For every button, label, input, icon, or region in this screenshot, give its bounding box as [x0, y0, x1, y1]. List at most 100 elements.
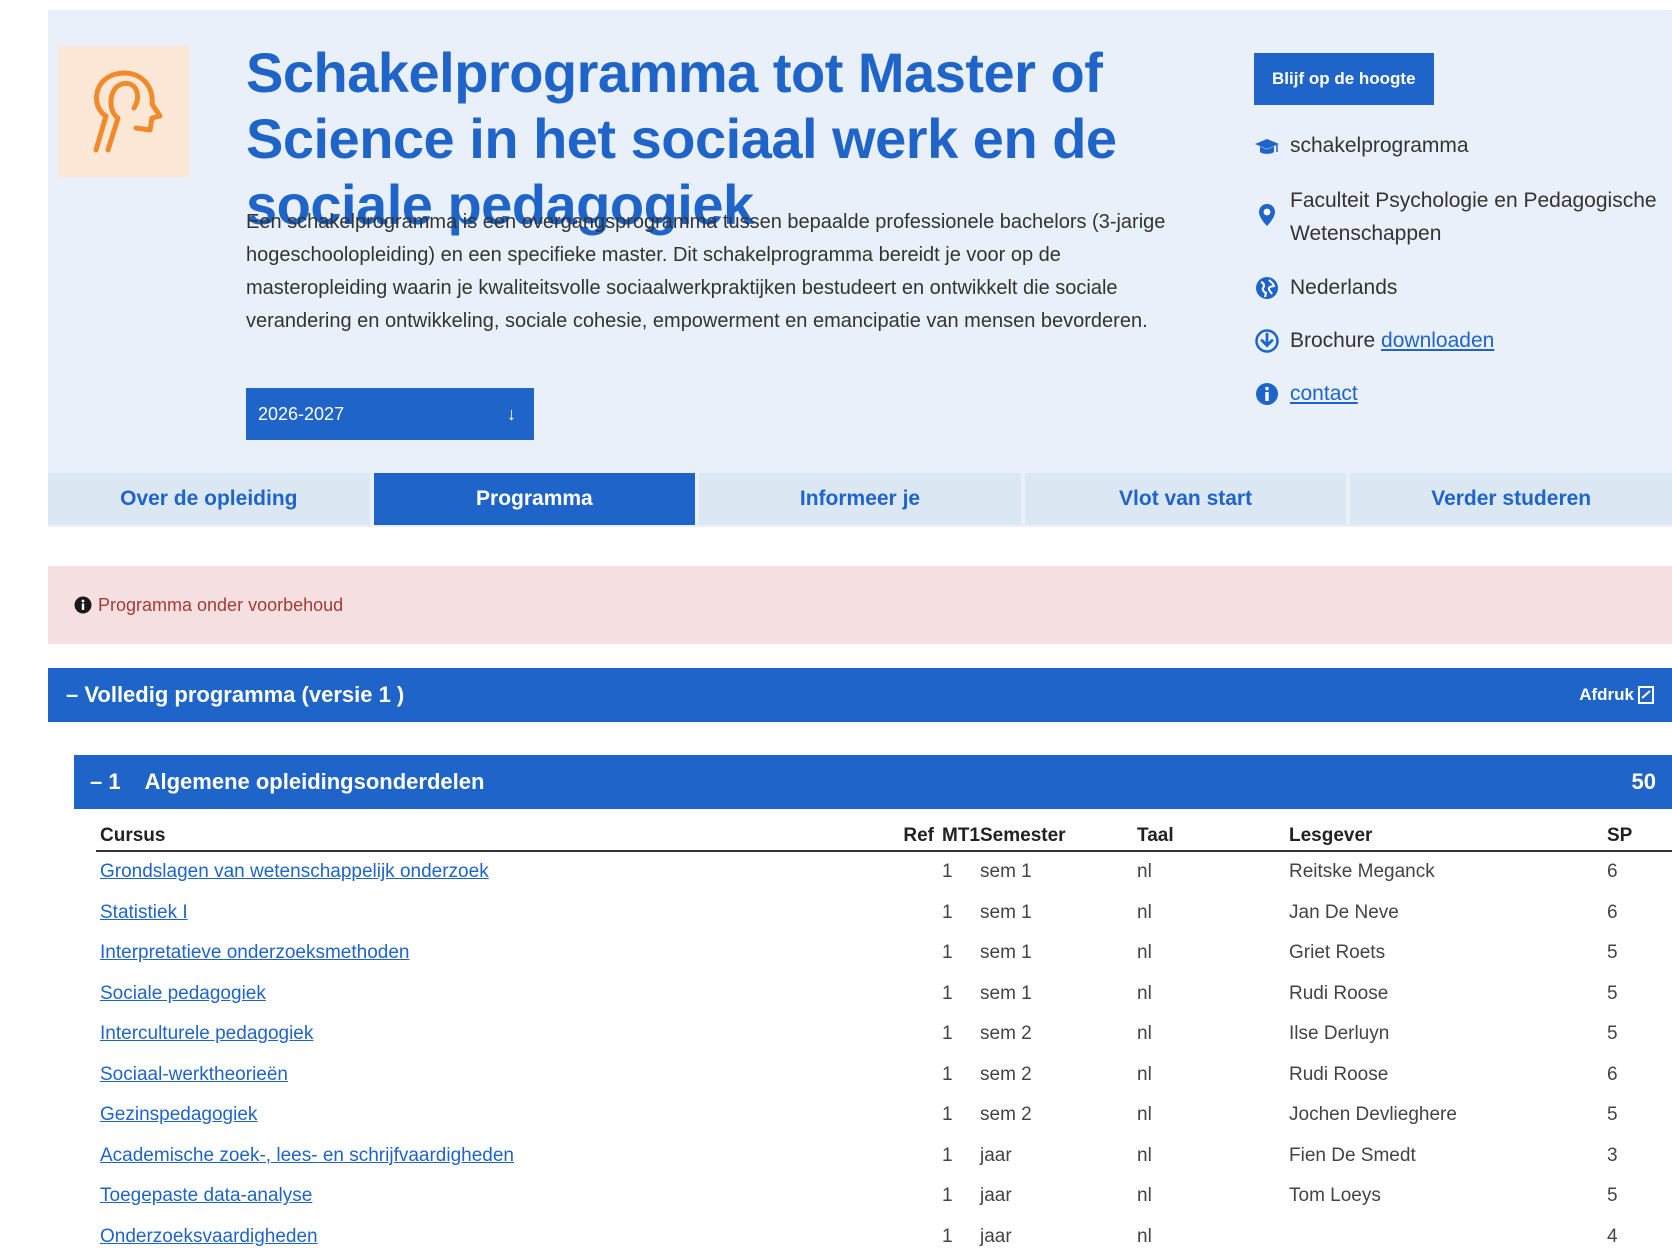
- course-sp: 5: [1603, 1095, 1672, 1136]
- program-type-item: schakelprogramma: [1254, 129, 1469, 162]
- course-teacher: Rudi Roose: [1285, 1055, 1603, 1096]
- course-language: nl: [1133, 1176, 1285, 1217]
- course-semester: jaar: [976, 1217, 1133, 1257]
- course-name-link[interactable]: Toegepaste data-analyse: [100, 1185, 312, 1206]
- section-sp-total: 50: [1632, 769, 1656, 795]
- tab-informeer-je[interactable]: Informeer je: [699, 473, 1021, 525]
- table-row: Gezinspedagogiek 1sem 2nlJochen Devlieghe…: [96, 1095, 1672, 1136]
- table-cell-ref: [886, 1095, 938, 1136]
- table-cell-cursus: Onderzoeksvaardigheden: [96, 1217, 886, 1257]
- faculty-logo: [58, 46, 189, 177]
- course-mt1: 1: [938, 893, 976, 934]
- tab-verder-studeren[interactable]: Verder studeren: [1350, 473, 1672, 525]
- col-header-lesgever: Lesgever: [1285, 822, 1603, 851]
- contact-link[interactable]: contact: [1290, 377, 1358, 410]
- course-sp: 3: [1603, 1136, 1672, 1177]
- section-header[interactable]: – 1 Algemene opleidingsonderdelen 50: [74, 755, 1672, 809]
- language-label: Nederlands: [1290, 271, 1397, 304]
- print-label: Afdruk: [1579, 685, 1634, 705]
- table-cell-cursus: Sociaal-werktheorieën: [96, 1055, 886, 1096]
- course-language: nl: [1133, 1217, 1285, 1257]
- course-name-link[interactable]: Interculturele pedagogiek: [100, 1023, 313, 1044]
- course-language: nl: [1133, 1095, 1285, 1136]
- course-sp: 6: [1603, 893, 1672, 934]
- section-title: Algemene opleidingsonderdelen: [145, 769, 485, 795]
- course-mt1: 1: [938, 1055, 976, 1096]
- table-cell-cursus: Grondslagen van wetenschappelijk onderzo…: [96, 851, 886, 893]
- faculty-label: Faculteit Psychologie en Pedagogische We…: [1290, 184, 1672, 250]
- course-semester: sem 1: [976, 974, 1133, 1015]
- course-name-link[interactable]: Grondslagen van wetenschappelijk onderzo…: [100, 861, 489, 882]
- contact-item: contact: [1254, 377, 1358, 410]
- table-cell-ref: [886, 893, 938, 934]
- course-name-link[interactable]: Statistiek I: [100, 902, 188, 923]
- course-mt1: 1: [938, 1136, 976, 1177]
- course-semester: sem 1: [976, 933, 1133, 974]
- academic-year-value: 2026-2027: [258, 404, 344, 425]
- table-cell-ref: [886, 933, 938, 974]
- col-header-taal: Taal: [1133, 822, 1285, 851]
- course-language: nl: [1133, 893, 1285, 934]
- course-name-link[interactable]: Gezinspedagogiek: [100, 1104, 257, 1125]
- table-row: Interculturele pedagogiek1sem 2nlIlse De…: [96, 1014, 1672, 1055]
- table-row: Grondslagen van wetenschappelijk onderzo…: [96, 851, 1672, 893]
- table-row: Statistiek I 1sem 1nlJan De Neve6: [96, 893, 1672, 934]
- course-teacher: Griet Roets: [1285, 933, 1603, 974]
- course-teacher: Jan De Neve: [1285, 893, 1603, 934]
- course-mt1: 1: [938, 1014, 976, 1055]
- table-row: Onderzoeksvaardigheden1jaarnl4: [96, 1217, 1672, 1257]
- course-language: nl: [1133, 974, 1285, 1015]
- course-sp: 5: [1603, 933, 1672, 974]
- intro-text: Een schakelprogramma is een overgangspro…: [246, 206, 1176, 338]
- course-sp: 6: [1603, 1055, 1672, 1096]
- course-language: nl: [1133, 1136, 1285, 1177]
- table-cell-cursus: Statistiek I: [96, 893, 886, 934]
- col-header-cursus: Cursus: [96, 822, 886, 851]
- academic-year-select[interactable]: 2026-2027 ↓: [246, 388, 534, 440]
- tab-vlot-van-start[interactable]: Vlot van start: [1025, 473, 1347, 525]
- course-name-link[interactable]: Interpretatieve onderzoeksmethoden: [100, 942, 409, 963]
- section-toggle[interactable]: – 1: [90, 769, 121, 795]
- course-name-link[interactable]: Academische zoek-, lees- en schrijfvaard…: [100, 1145, 514, 1166]
- table-row: Interpretatieve onderzoeksmethoden 1sem 1…: [96, 933, 1672, 974]
- course-semester: sem 1: [976, 893, 1133, 934]
- full-program-title: – Volledig programma (versie 1 ): [66, 682, 404, 708]
- course-name-link[interactable]: Onderzoeksvaardigheden: [100, 1226, 318, 1247]
- course-semester: sem 2: [976, 1095, 1133, 1136]
- brochure-item: Brochure downloaden: [1254, 324, 1494, 357]
- table-header-row: Cursus Ref MT1 Semester Taal Lesgever SP: [96, 822, 1672, 851]
- table-cell-ref: [886, 1014, 938, 1055]
- course-mt1: 1: [938, 1095, 976, 1136]
- course-sp: 5: [1603, 1014, 1672, 1055]
- course-teacher: Rudi Roose: [1285, 974, 1603, 1015]
- course-sp: 5: [1603, 1176, 1672, 1217]
- table-cell-cursus: Interpretatieve onderzoeksmethoden: [96, 933, 886, 974]
- tab-programma[interactable]: Programma: [374, 473, 696, 525]
- course-teacher: [1285, 1217, 1603, 1257]
- table-cell-cursus: Academische zoek-, lees- en schrijfvaard…: [96, 1136, 886, 1177]
- print-button[interactable]: Afdruk: [1579, 685, 1654, 705]
- faculty-item: Faculteit Psychologie en Pedagogische We…: [1254, 184, 1672, 250]
- course-sp: 5: [1603, 974, 1672, 1015]
- brochure-download-link[interactable]: downloaden: [1381, 324, 1494, 357]
- courses-body: Grondslagen van wetenschappelijk onderzo…: [96, 851, 1672, 1257]
- table-row: Academische zoek-, lees- en schrijfvaard…: [96, 1136, 1672, 1177]
- course-mt1: 1: [938, 933, 976, 974]
- stay-updated-button[interactable]: Blijf op de hoogte: [1254, 53, 1434, 105]
- course-teacher: Jochen Devlieghere: [1285, 1095, 1603, 1136]
- course-name-link[interactable]: Sociale pedagogiek: [100, 983, 266, 1004]
- course-teacher: Tom Loeys: [1285, 1176, 1603, 1217]
- info-circle-icon: [74, 596, 92, 614]
- table-cell-ref: [886, 851, 938, 893]
- map-pin-icon: [1254, 202, 1280, 228]
- full-program-header[interactable]: – Volledig programma (versie 1 ) Afdruk: [48, 668, 1672, 722]
- course-mt1: 1: [938, 1176, 976, 1217]
- tab-over-de-opleiding[interactable]: Over de opleiding: [48, 473, 370, 525]
- head-profile-icon: [78, 64, 168, 160]
- course-name-link[interactable]: Sociaal-werktheorieën: [100, 1064, 288, 1085]
- arrow-down-icon: ↓: [507, 404, 516, 425]
- table-row: Toegepaste data-analyse1jaarnlTom Loeys5: [96, 1176, 1672, 1217]
- table-cell-cursus: Sociale pedagogiek: [96, 974, 886, 1015]
- program-notice: Programma onder voorbehoud: [48, 566, 1672, 644]
- table-cell-cursus: Toegepaste data-analyse: [96, 1176, 886, 1217]
